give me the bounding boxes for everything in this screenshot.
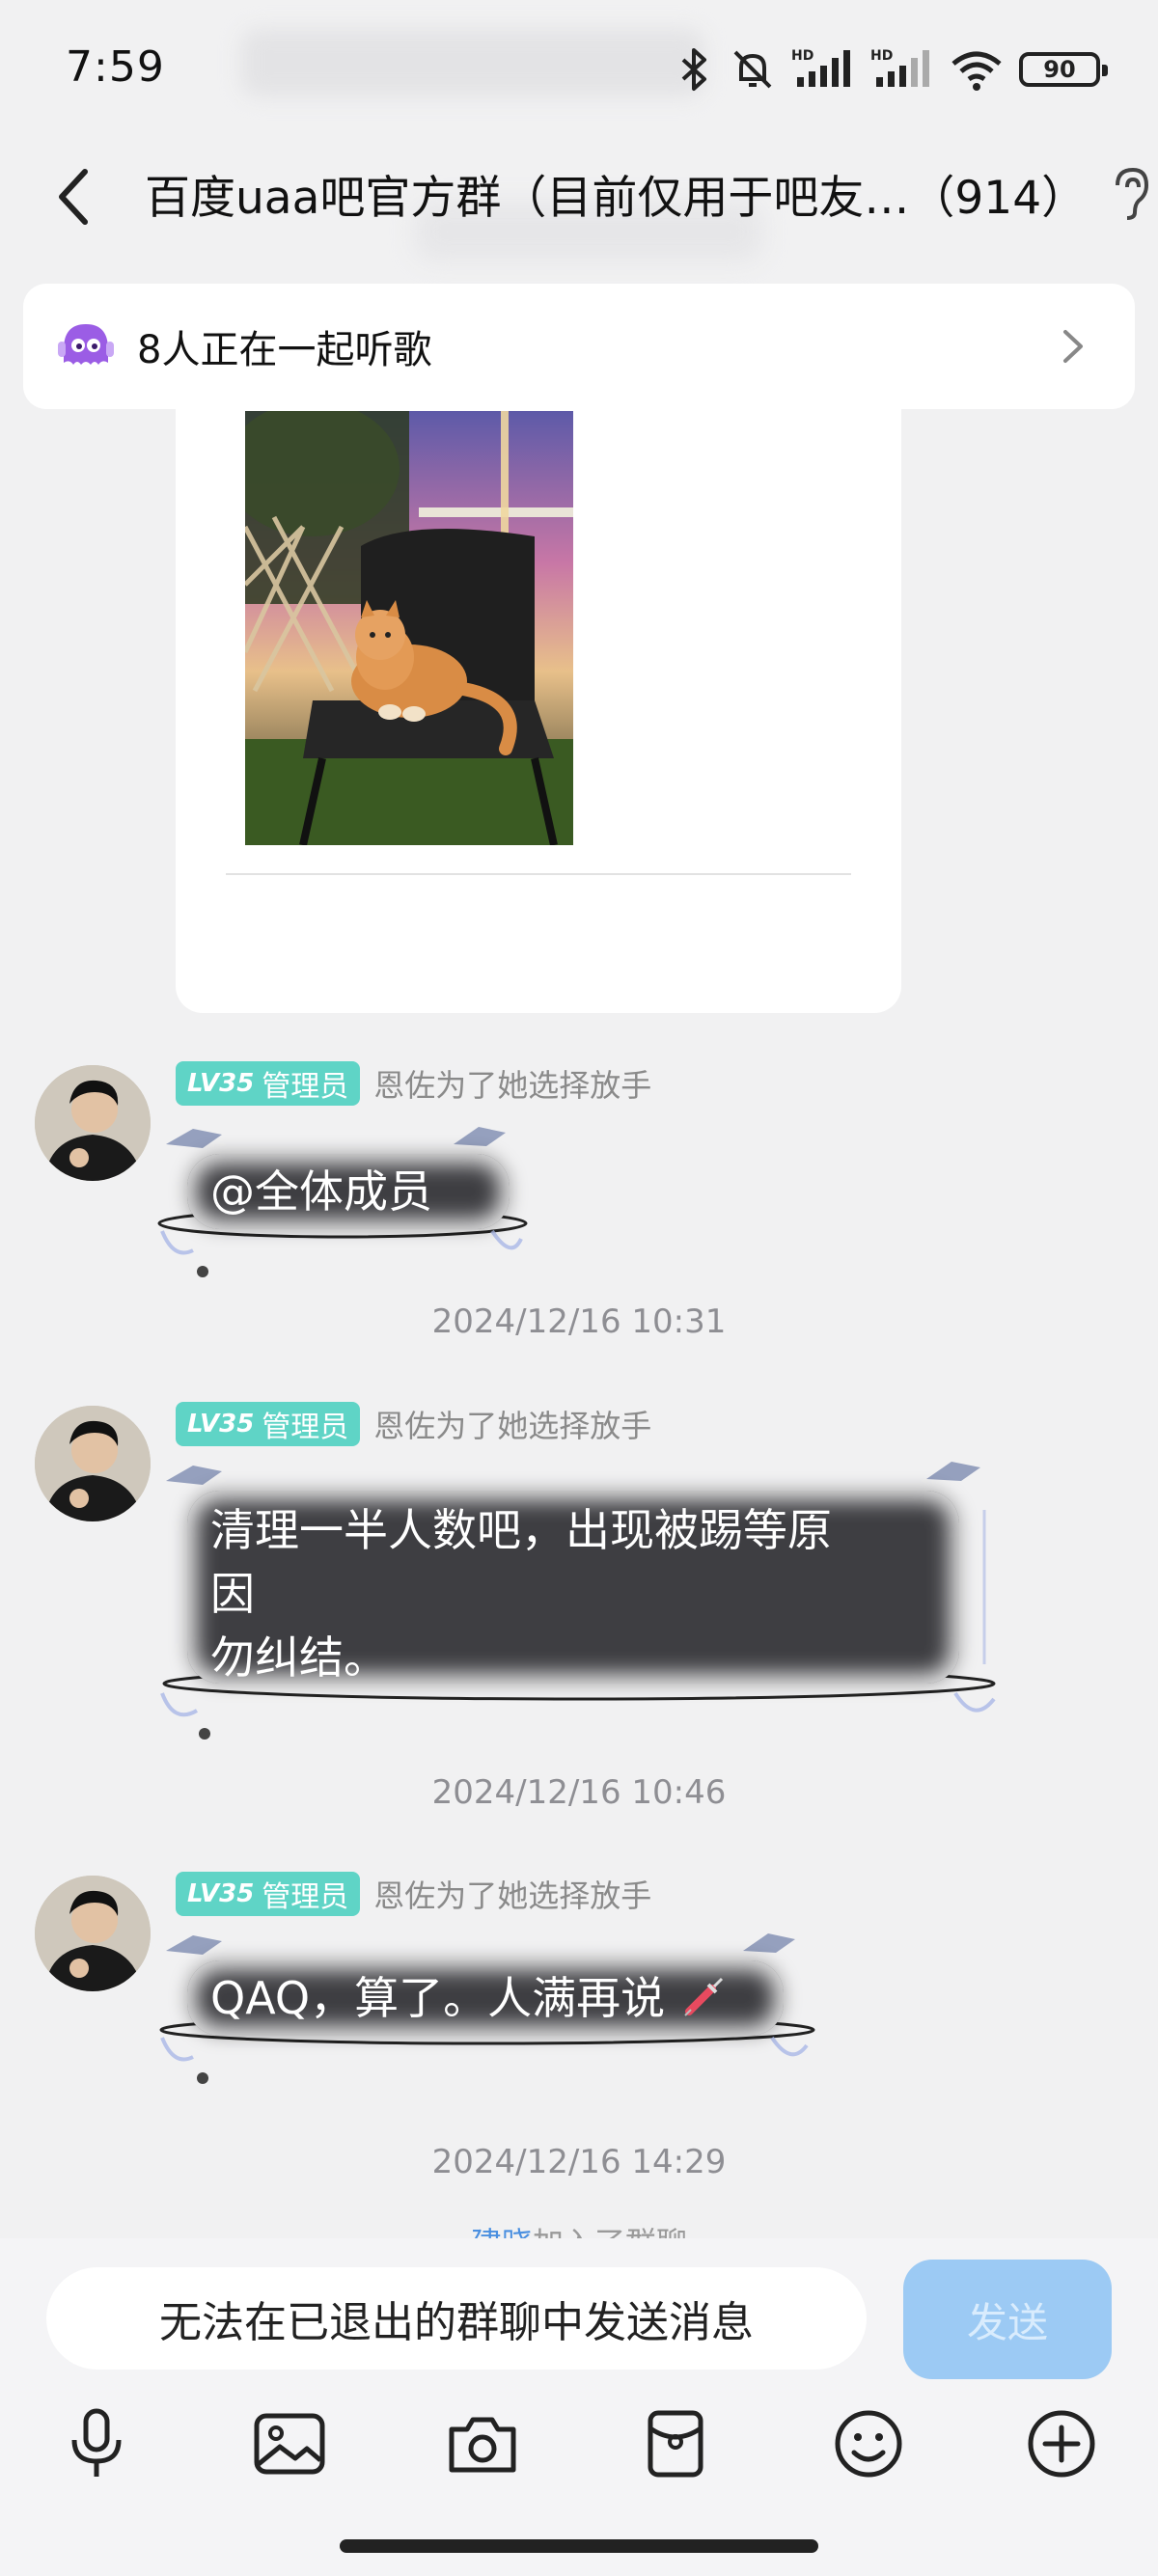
send-button[interactable]: 发送 [903, 2260, 1112, 2379]
level-label: LV35 [187, 1879, 255, 1908]
status-icons: HD HD 90 [676, 42, 1108, 96]
music-buddy-icon [58, 324, 114, 365]
level-label: LV35 [187, 1410, 255, 1439]
message-bubble[interactable]: @全体成员 [187, 1154, 510, 1229]
syringe-emoji-icon [683, 1977, 723, 2016]
mute-icon [733, 50, 772, 89]
wifi-icon [951, 51, 1002, 91]
message-text-line: 清理一半人数吧，出现被踢等原 [210, 1504, 832, 1556]
sender-name[interactable]: 恩佐为了她选择放手 [373, 1061, 651, 1106]
chat-screen: 7:59 HD HD 90 百度uaa吧官方群（目前仅用于吧友…（914） 8人… [0, 0, 1158, 2576]
message-text: QAQ，算了。人满再说 [210, 1972, 666, 2024]
emoji-icon [835, 2410, 902, 2478]
message-text: @全体成员 [210, 1165, 432, 1218]
role-label: 管理员 [262, 1070, 349, 1104]
timestamp: 2024/12/16 14:29 [431, 2143, 727, 2181]
input-toolbar [0, 2400, 1158, 2507]
home-indicator[interactable] [340, 2539, 818, 2553]
chat-title[interactable]: 百度uaa吧官方群（目前仅用于吧友…（914） [145, 160, 1090, 227]
message-input[interactable]: 无法在已退出的群聊中发送消息 [46, 2267, 867, 2370]
input-disabled-text: 无法在已退出的群聊中发送消息 [159, 2298, 754, 2347]
cat-photo[interactable] [245, 411, 573, 845]
red-packet-button[interactable] [632, 2400, 719, 2487]
red-packet-icon [648, 2410, 703, 2478]
chat-header: 百度uaa吧官方群（目前仅用于吧友…（914） [0, 135, 1158, 260]
blurred-area [241, 29, 704, 96]
svg-text:HD: HD [870, 48, 893, 64]
microphone-button[interactable] [53, 2400, 140, 2487]
back-icon [59, 169, 88, 225]
role-label: 管理员 [262, 1411, 349, 1444]
avatar[interactable] [35, 1876, 151, 1991]
listen-together-banner[interactable]: 8人正在一起听歌 [23, 284, 1135, 409]
hd-signal-icon: HD [870, 48, 929, 87]
message-bubble[interactable]: QAQ，算了。人满再说 [187, 1960, 784, 2036]
timestamp: 2024/12/16 10:31 [431, 1302, 727, 1341]
ear-icon[interactable] [1110, 164, 1152, 222]
message-text-line: 勿纠结。 [210, 1631, 388, 1684]
image-button[interactable] [246, 2400, 333, 2487]
bluetooth-icon [681, 48, 706, 91]
level-label: LV35 [187, 1069, 255, 1098]
svg-text:HD: HD [791, 48, 813, 64]
admin-badge: LV35 管理员 [176, 1872, 361, 1916]
sender-line: LV35 管理员 恩佐为了她选择放手 [176, 1061, 651, 1106]
sender-line: LV35 管理员 恩佐为了她选择放手 [176, 1402, 651, 1446]
sender-name[interactable]: 恩佐为了她选择放手 [373, 1402, 651, 1446]
listen-together-text: 8人正在一起听歌 [137, 328, 432, 372]
battery-level: 90 [1043, 56, 1076, 83]
message-bubble[interactable]: 清理一半人数吧，出现被踢等原 因 勿纠结。 [187, 1491, 959, 1684]
back-button[interactable] [35, 158, 112, 235]
camera-button[interactable] [439, 2400, 526, 2487]
hd-signal-icon: HD [791, 48, 850, 87]
image-icon [254, 2413, 325, 2475]
microphone-icon [71, 2408, 122, 2477]
battery-icon: 90 [1019, 52, 1108, 87]
emoji-button[interactable] [825, 2400, 912, 2487]
plus-button[interactable] [1018, 2400, 1105, 2487]
sender-name[interactable]: 恩佐为了她选择放手 [373, 1872, 651, 1916]
sender-line: LV35 管理员 恩佐为了她选择放手 [176, 1872, 651, 1916]
card-divider [226, 873, 851, 875]
input-panel: 无法在已退出的群聊中发送消息 发送 [0, 2238, 1158, 2576]
avatar[interactable] [35, 1406, 151, 1521]
plus-icon [1028, 2410, 1095, 2478]
message-text-line: 因 [210, 1568, 255, 1620]
image-message-card[interactable] [176, 386, 901, 1013]
status-time: 7:59 [66, 42, 165, 92]
chevron-right-icon [1063, 330, 1083, 363]
admin-badge: LV35 管理员 [176, 1061, 361, 1106]
timestamp: 2024/12/16 10:46 [431, 1773, 727, 1812]
camera-icon [449, 2417, 516, 2473]
status-bar: 7:59 HD HD 90 [0, 0, 1158, 135]
admin-badge: LV35 管理员 [176, 1402, 361, 1446]
avatar[interactable] [35, 1065, 151, 1181]
role-label: 管理员 [262, 1880, 349, 1914]
